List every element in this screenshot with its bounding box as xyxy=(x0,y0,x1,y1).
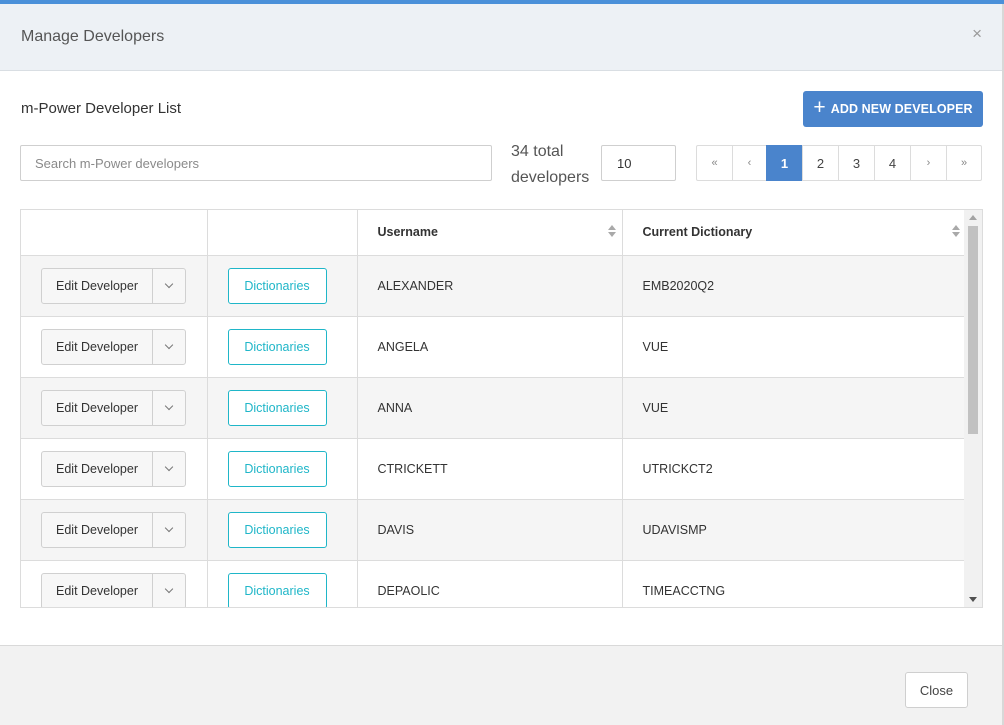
page-button-4[interactable]: 4 xyxy=(874,145,911,181)
edit-options-dropdown[interactable] xyxy=(153,513,185,547)
current-dictionary-header-label: Current Dictionary xyxy=(642,225,753,240)
dictionaries-cell: Dictionaries xyxy=(207,316,358,378)
current-dictionary-cell: UDAVISMP xyxy=(622,499,967,561)
dialog-footer: Close xyxy=(0,645,1002,725)
sort-icon[interactable] xyxy=(951,225,960,239)
actions-cell: Edit Developer xyxy=(21,377,208,439)
add-new-developer-button[interactable]: + ADD NEW DEVELOPER xyxy=(803,91,983,127)
column-header-username[interactable]: Username xyxy=(357,210,623,256)
edit-developer-button[interactable]: Edit Developer xyxy=(42,329,153,364)
table-scrollbar[interactable] xyxy=(964,210,982,607)
scroll-up-arrow-icon[interactable] xyxy=(969,215,977,220)
current-dictionary-cell: VUE xyxy=(622,316,967,378)
table-row: Edit Developer Dictionaries ANGELA VUE xyxy=(21,316,967,378)
first-page-button[interactable]: « xyxy=(696,145,733,181)
last-page-button[interactable]: » xyxy=(946,145,982,181)
edit-developer-button[interactable]: Edit Developer xyxy=(42,512,153,547)
next-page-button[interactable]: › xyxy=(910,145,947,181)
table-row: Edit Developer Dictionaries DEPAOLIC TIM… xyxy=(21,560,967,608)
chevron-down-icon xyxy=(164,523,174,533)
username-cell: ANGELA xyxy=(357,316,623,378)
username-cell: ANNA xyxy=(357,377,623,439)
actions-cell: Edit Developer xyxy=(21,255,208,317)
current-dictionary-cell: EMB2020Q2 xyxy=(622,255,967,317)
dictionaries-cell: Dictionaries xyxy=(207,560,358,607)
dictionaries-button[interactable]: Dictionaries xyxy=(227,511,327,548)
edit-developer-button[interactable]: Edit Developer xyxy=(42,390,153,425)
table-row: Edit Developer Dictionaries CTRICKETT UT… xyxy=(21,438,967,500)
edit-options-dropdown[interactable] xyxy=(153,574,185,608)
current-dictionary-cell: TIMEACCTNG xyxy=(622,560,967,607)
actions-cell: Edit Developer xyxy=(21,438,208,500)
dictionaries-cell: Dictionaries xyxy=(207,499,358,561)
edit-developer-split-button: Edit Developer xyxy=(41,511,186,548)
edit-developer-button[interactable]: Edit Developer xyxy=(42,573,153,607)
add-new-developer-label: ADD NEW DEVELOPER xyxy=(830,102,973,116)
username-header-label: Username xyxy=(377,225,438,240)
column-header-dictionaries xyxy=(207,210,358,256)
dialog-header: Manage Developers × xyxy=(0,4,1002,71)
close-button[interactable]: Close xyxy=(905,672,968,708)
dictionaries-button[interactable]: Dictionaries xyxy=(227,572,327,607)
total-line-2: developers xyxy=(511,169,590,186)
dictionaries-cell: Dictionaries xyxy=(207,255,358,317)
actions-cell: Edit Developer xyxy=(21,560,208,608)
table-row: Edit Developer Dictionaries DAVIS UDAVIS… xyxy=(21,499,967,561)
current-dictionary-cell: VUE xyxy=(622,377,967,439)
chevron-down-icon xyxy=(164,340,174,350)
chevron-down-icon xyxy=(164,462,174,472)
table-row: Edit Developer Dictionaries ANNA VUE xyxy=(21,377,967,439)
actions-cell: Edit Developer xyxy=(21,499,208,561)
sort-icon[interactable] xyxy=(607,225,616,239)
username-cell: DEPAOLIC xyxy=(357,560,623,607)
chevron-down-icon xyxy=(164,401,174,411)
total-line-1: 34 total xyxy=(511,143,564,160)
edit-developer-button[interactable]: Edit Developer xyxy=(42,268,153,303)
column-header-current-dictionary[interactable]: Current Dictionary xyxy=(622,210,967,256)
column-header-actions xyxy=(21,210,208,256)
edit-developer-button[interactable]: Edit Developer xyxy=(42,451,153,486)
edit-developer-split-button: Edit Developer xyxy=(41,389,186,426)
pagination: « ‹ 1 2 3 4 › » xyxy=(696,145,982,181)
edit-options-dropdown[interactable] xyxy=(153,269,185,303)
edit-developer-split-button: Edit Developer xyxy=(41,572,186,608)
dictionaries-button[interactable]: Dictionaries xyxy=(227,389,327,426)
search-input[interactable] xyxy=(20,145,492,181)
scrollbar-thumb[interactable] xyxy=(968,226,978,434)
developer-list-title: m-Power Developer List xyxy=(21,100,182,117)
edit-developer-split-button: Edit Developer xyxy=(41,450,186,487)
actions-cell: Edit Developer xyxy=(21,316,208,378)
edit-options-dropdown[interactable] xyxy=(153,391,185,425)
close-icon[interactable]: × xyxy=(972,24,982,44)
username-cell: DAVIS xyxy=(357,499,623,561)
dictionaries-button[interactable]: Dictionaries xyxy=(227,328,327,365)
edit-options-dropdown[interactable] xyxy=(153,330,185,364)
edit-developer-split-button: Edit Developer xyxy=(41,328,186,365)
dictionaries-button[interactable]: Dictionaries xyxy=(227,267,327,304)
page-button-1[interactable]: 1 xyxy=(766,145,803,181)
username-cell: CTRICKETT xyxy=(357,438,623,500)
current-dictionary-cell: UTRICKCT2 xyxy=(622,438,967,500)
chevron-down-icon xyxy=(164,279,174,289)
dictionaries-button[interactable]: Dictionaries xyxy=(227,450,327,487)
chevron-down-icon xyxy=(164,584,174,594)
edit-options-dropdown[interactable] xyxy=(153,452,185,486)
table-row: Edit Developer Dictionaries ALEXANDER EM… xyxy=(21,255,967,317)
dictionaries-cell: Dictionaries xyxy=(207,377,358,439)
username-cell: ALEXANDER xyxy=(357,255,623,317)
dialog-title: Manage Developers xyxy=(21,28,165,45)
page-button-3[interactable]: 3 xyxy=(838,145,875,181)
table-header-row: Username Current Dictionary xyxy=(21,210,967,256)
edit-developer-split-button: Edit Developer xyxy=(41,267,186,304)
page-size-input[interactable] xyxy=(601,145,676,181)
total-developers-count: 34 total developers xyxy=(511,139,589,191)
developers-table: Username Current Dictionary Edit Develop… xyxy=(20,209,983,608)
page-button-2[interactable]: 2 xyxy=(802,145,839,181)
plus-icon: + xyxy=(813,96,826,119)
prev-page-button[interactable]: ‹ xyxy=(732,145,767,181)
dictionaries-cell: Dictionaries xyxy=(207,438,358,500)
scroll-down-arrow-icon[interactable] xyxy=(969,597,977,602)
